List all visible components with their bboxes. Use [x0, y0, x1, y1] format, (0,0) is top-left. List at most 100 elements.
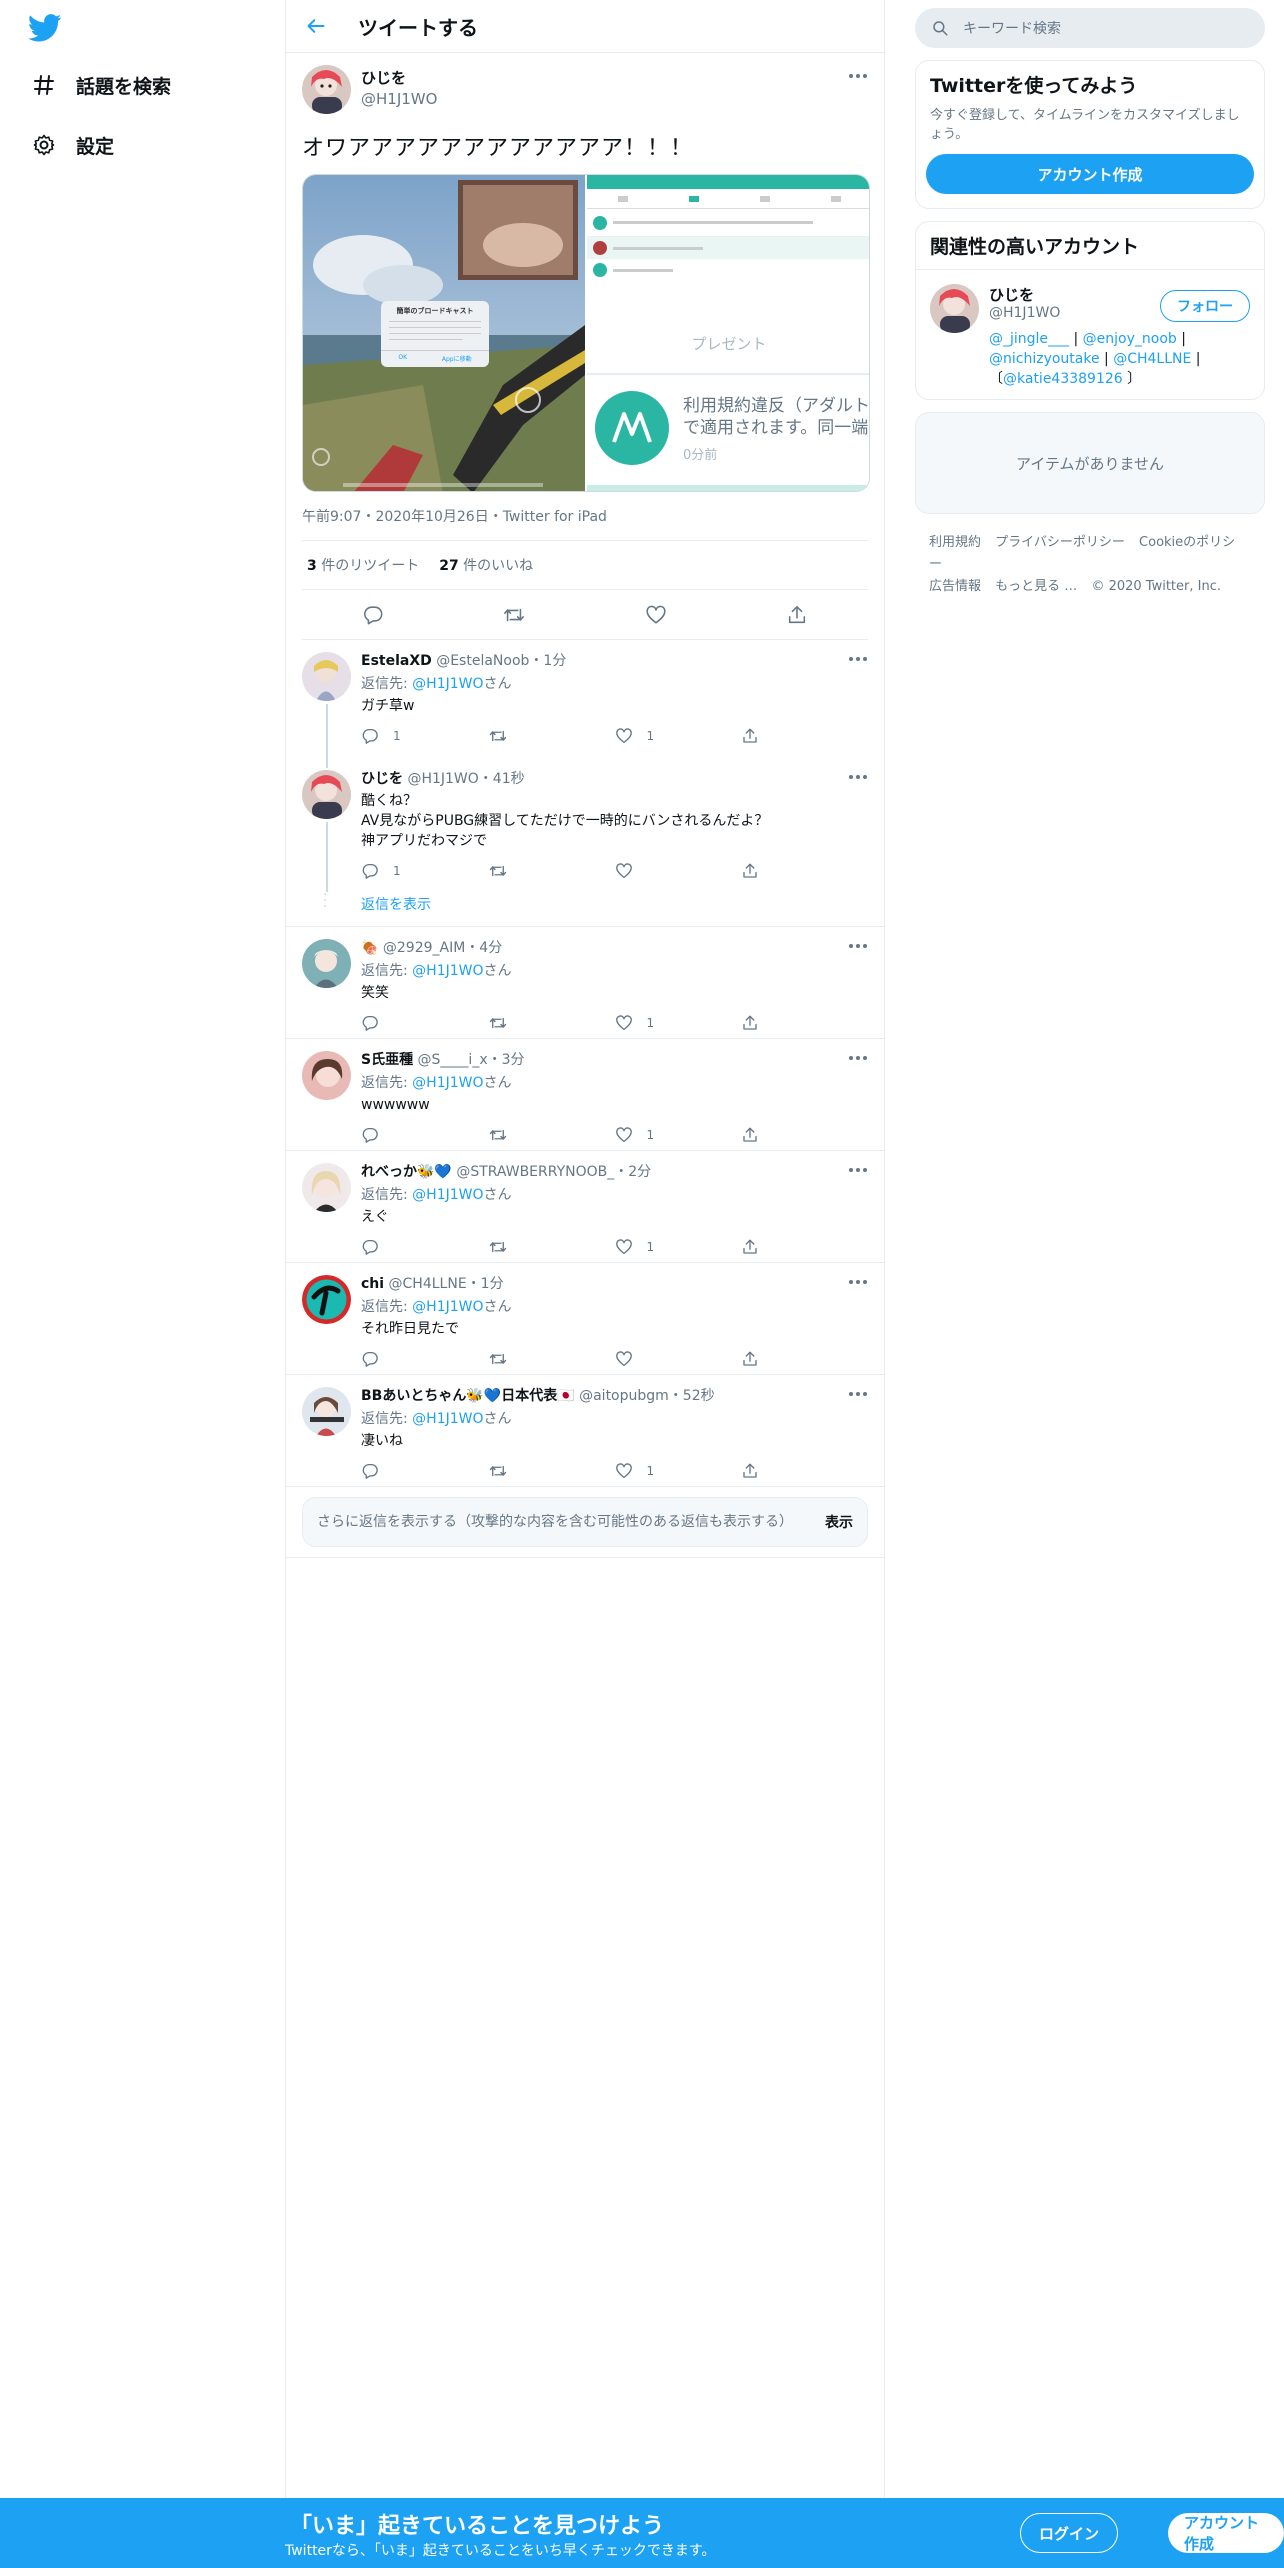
- follow-button[interactable]: フォロー: [1160, 290, 1250, 322]
- retweet-button[interactable]: [488, 1350, 615, 1368]
- footer-link-more[interactable]: もっと見る …: [995, 579, 1077, 594]
- reply-time[interactable]: ・41秒: [479, 771, 525, 787]
- reply-button[interactable]: 1: [361, 727, 488, 745]
- avatar[interactable]: [302, 1275, 351, 1324]
- reply-author-handle[interactable]: @H1J1WO: [407, 771, 478, 787]
- show-more-replies-button[interactable]: 表示: [825, 1512, 853, 1532]
- more-options-icon[interactable]: [848, 941, 868, 951]
- share-button[interactable]: [741, 1014, 868, 1032]
- related-account[interactable]: ひじを @H1J1WO @_jingle___ | @enjoy_noob | …: [916, 270, 1264, 399]
- reply-author-name[interactable]: BBあいとちゃん🐝💙日本代表🇯🇵: [361, 1388, 575, 1404]
- show-replies-link[interactable]: 返信を表示: [361, 897, 431, 913]
- bio-mention[interactable]: @CH4LLNE: [1113, 351, 1191, 367]
- dialog-app-button[interactable]: Appに移動: [442, 354, 472, 363]
- bio-mention[interactable]: @katie43389126: [1003, 371, 1123, 387]
- reply-tweet[interactable]: BBあいとちゃん🐝💙日本代表🇯🇵 @aitopubgm・52秒 返信先: @H1…: [286, 1375, 884, 1487]
- reply-author-name[interactable]: S氏亜種: [361, 1052, 413, 1068]
- footer-link-privacy[interactable]: プライバシーポリシー: [995, 535, 1125, 550]
- retweet-button[interactable]: [488, 727, 615, 745]
- tweet-timestamp[interactable]: 午前9:07・2020年10月26日・Twitter for iPad: [302, 506, 868, 541]
- like-button[interactable]: 1: [615, 1238, 742, 1256]
- likes-stat[interactable]: 27 件のいいね: [439, 555, 533, 575]
- reply-time[interactable]: ・2分: [614, 1164, 651, 1180]
- reply-author-name[interactable]: 🍖: [361, 940, 378, 956]
- reply-to-link[interactable]: @H1J1WO: [412, 676, 483, 692]
- retweet-button[interactable]: [488, 1014, 615, 1032]
- share-button[interactable]: [741, 727, 868, 745]
- show-more-replies[interactable]: さらに返信を表示する（攻撃的な内容を含む可能性のある返信も表示する） 表示: [302, 1497, 868, 1547]
- avatar[interactable]: [302, 1387, 351, 1436]
- footer-link-ads[interactable]: 広告情報: [929, 579, 981, 594]
- share-button[interactable]: [741, 1462, 868, 1480]
- nav-item-settings[interactable]: 設定: [30, 125, 114, 165]
- reply-time[interactable]: ・1分: [529, 653, 566, 669]
- author-name[interactable]: ひじを: [361, 67, 437, 88]
- reply-to-link[interactable]: @H1J1WO: [412, 1411, 483, 1427]
- signup-button[interactable]: アカウント作成: [1168, 2513, 1284, 2553]
- reply-author-handle[interactable]: @EstelaNoob: [436, 653, 529, 669]
- reply-button[interactable]: [361, 1462, 488, 1480]
- retweet-button[interactable]: [488, 862, 615, 880]
- reply-tweet[interactable]: ひじを @H1J1WO・41秒 酷くね？ AV見ながらPUBG練習してただけで一…: [286, 758, 884, 892]
- retweet-button[interactable]: [488, 1462, 615, 1480]
- app-screenshot-image[interactable]: プレゼント: [587, 175, 869, 371]
- bio-mention[interactable]: @_jingle___: [989, 331, 1069, 347]
- bio-mention[interactable]: @enjoy_noob: [1083, 331, 1177, 347]
- reply-author-handle[interactable]: @2929_AIM: [383, 940, 465, 956]
- like-button[interactable]: [615, 1350, 742, 1368]
- create-account-button[interactable]: アカウント作成: [926, 154, 1254, 194]
- retweet-icon[interactable]: [502, 603, 526, 627]
- author-handle[interactable]: @H1J1WO: [361, 90, 437, 108]
- reply-author-handle[interactable]: @CH4LLNE: [389, 1276, 467, 1292]
- reply-to-link[interactable]: @H1J1WO: [412, 1187, 483, 1203]
- reply-author-name[interactable]: EstelaXD: [361, 653, 432, 669]
- reply-author-handle[interactable]: @aitopubgm: [579, 1388, 669, 1404]
- reply-time[interactable]: ・52秒: [669, 1388, 715, 1404]
- share-button[interactable]: [741, 862, 868, 880]
- reply-button[interactable]: 1: [361, 862, 488, 880]
- like-button[interactable]: 1: [615, 727, 742, 745]
- like-button[interactable]: 1: [615, 1126, 742, 1144]
- reply-author-handle[interactable]: @S____i_x: [418, 1052, 488, 1068]
- more-options-icon[interactable]: [848, 1165, 868, 1175]
- reply-tweet[interactable]: れべっか🐝💙 @STRAWBERRYNOOB_・2分 返信先: @H1J1WOさ…: [286, 1151, 884, 1263]
- like-button[interactable]: 1: [615, 1462, 742, 1480]
- dialog-ok-button[interactable]: OK: [398, 354, 407, 363]
- retweet-button[interactable]: [488, 1238, 615, 1256]
- login-button[interactable]: ログイン: [1020, 2513, 1119, 2553]
- avatar[interactable]: [302, 1051, 351, 1100]
- share-icon[interactable]: [785, 603, 809, 627]
- avatar[interactable]: [302, 770, 351, 819]
- retweets-stat[interactable]: 3 件のリツイート: [307, 555, 419, 575]
- avatar[interactable]: [302, 65, 351, 114]
- retweet-button[interactable]: [488, 1126, 615, 1144]
- more-options-icon[interactable]: [848, 71, 868, 81]
- back-arrow-icon[interactable]: [304, 14, 328, 38]
- share-button[interactable]: [741, 1350, 868, 1368]
- reply-icon[interactable]: [361, 603, 385, 627]
- reply-time[interactable]: ・3分: [488, 1052, 525, 1068]
- reply-author-name[interactable]: ひじを: [361, 771, 403, 787]
- reply-time[interactable]: ・4分: [465, 940, 502, 956]
- more-options-icon[interactable]: [848, 1389, 868, 1399]
- tweet-media[interactable]: 簡単のブロードキャスト OK Appに移動 プレゼント 利用規約違反（アダルト …: [302, 174, 870, 492]
- share-button[interactable]: [741, 1126, 868, 1144]
- reply-button[interactable]: [361, 1014, 488, 1032]
- footer-link-terms[interactable]: 利用規約: [929, 535, 981, 550]
- reply-button[interactable]: [361, 1350, 488, 1368]
- share-button[interactable]: [741, 1238, 868, 1256]
- reply-tweet[interactable]: S氏亜種 @S____i_x・3分 返信先: @H1J1WOさん wwwwww …: [286, 1039, 884, 1151]
- reply-tweet[interactable]: chi @CH4LLNE・1分 返信先: @H1J1WOさん それ昨日見たで: [286, 1263, 884, 1375]
- reply-to-link[interactable]: @H1J1WO: [412, 963, 483, 979]
- search-input[interactable]: キーワード検索: [915, 8, 1265, 48]
- reply-author-name[interactable]: chi: [361, 1276, 384, 1292]
- twitter-logo-icon[interactable]: [28, 14, 62, 42]
- reply-button[interactable]: [361, 1126, 488, 1144]
- like-button[interactable]: [615, 862, 742, 880]
- reply-to-link[interactable]: @H1J1WO: [412, 1075, 483, 1091]
- bio-mention[interactable]: @nichizyoutake: [989, 351, 1100, 367]
- reply-to-link[interactable]: @H1J1WO: [412, 1299, 483, 1315]
- more-options-icon[interactable]: [848, 1053, 868, 1063]
- reply-tweet[interactable]: EstelaXD @EstelaNoob・1分 返信先: @H1J1WOさん ガ…: [286, 640, 884, 762]
- app-notification-image[interactable]: 利用規約違反（アダルト で適用されます。同一端 0分前: [587, 373, 869, 491]
